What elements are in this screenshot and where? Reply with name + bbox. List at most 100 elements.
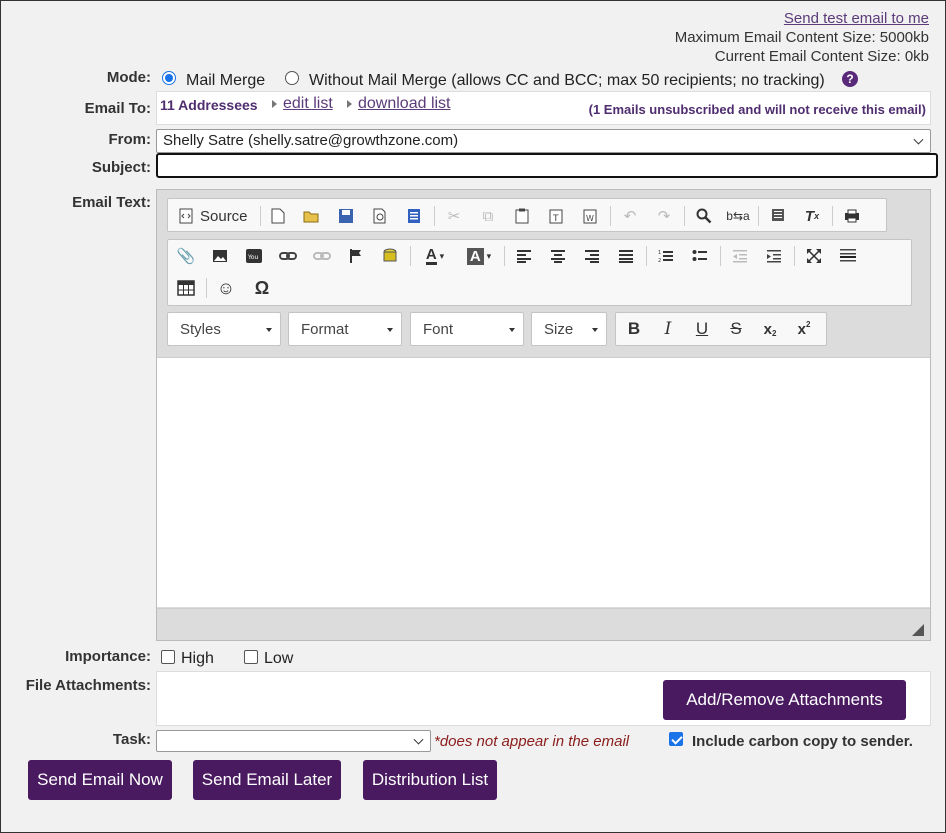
separator <box>646 246 647 266</box>
carbon-copy-checkbox[interactable] <box>669 732 683 746</box>
new-page-icon[interactable] <box>264 203 292 229</box>
email-to-label: Email To: <box>84 100 151 117</box>
addressees-count: 11 Addressees <box>160 97 258 113</box>
without-mail-merge-radio[interactable] <box>285 71 299 85</box>
strikethrough-icon[interactable]: S <box>722 316 750 342</box>
separator <box>758 206 759 226</box>
download-list-link[interactable]: download list <box>358 95 451 113</box>
youtube-icon[interactable]: You <box>240 243 268 269</box>
italic-icon[interactable]: I <box>654 316 682 342</box>
format-label: Format <box>301 321 349 338</box>
preview-icon[interactable] <box>366 203 394 229</box>
underline-icon[interactable]: U <box>688 316 716 342</box>
justify-icon[interactable] <box>612 243 640 269</box>
bulleted-list-icon[interactable] <box>686 243 714 269</box>
separator <box>504 246 505 266</box>
anchor-flag-icon[interactable] <box>342 243 370 269</box>
align-right-icon[interactable] <box>578 243 606 269</box>
cut-icon[interactable]: ✂ <box>440 203 468 229</box>
table-icon[interactable] <box>172 275 200 301</box>
chevron-down-icon <box>266 328 272 332</box>
undo-icon[interactable]: ↶ <box>616 203 644 229</box>
separator <box>720 246 721 266</box>
edit-list-link[interactable]: edit list <box>283 95 333 113</box>
separator <box>434 206 435 226</box>
arrow-right-icon <box>347 100 352 108</box>
bold-icon[interactable]: B <box>620 316 648 342</box>
redo-icon[interactable]: ↷ <box>650 203 678 229</box>
separator <box>206 278 207 298</box>
editor-toolbar-row-1: Source ✂ ⧉ T W ↶ ↷ b⇆a Tx <box>167 198 887 232</box>
open-folder-icon[interactable] <box>298 203 326 229</box>
replace-icon[interactable]: b⇆a <box>724 203 752 229</box>
svg-text:T: T <box>552 214 559 224</box>
text-style-toolbar: B I U S x2 x2 <box>615 312 827 346</box>
svg-text:1: 1 <box>658 250 661 256</box>
distribution-list-button[interactable]: Distribution List <box>363 760 497 800</box>
increase-indent-icon[interactable] <box>760 243 788 269</box>
editor-footer <box>157 608 930 640</box>
text-color-icon[interactable]: A ▾ <box>418 243 452 269</box>
file-attachments-label: File Attachments: <box>25 677 151 694</box>
separator <box>260 206 261 226</box>
background-color-icon[interactable]: A ▾ <box>462 243 496 269</box>
paste-icon[interactable] <box>508 203 536 229</box>
print-icon[interactable] <box>838 203 866 229</box>
image-icon[interactable] <box>206 243 234 269</box>
importance-label: Importance: <box>65 648 151 665</box>
styles-label: Styles <box>180 321 221 338</box>
send-email-later-button[interactable]: Send Email Later <box>193 760 341 800</box>
numbered-list-icon[interactable]: 12 <box>652 243 680 269</box>
send-test-email-link[interactable]: Send test email to me <box>784 10 929 27</box>
special-char-icon[interactable]: Ω <box>248 275 276 301</box>
subject-input[interactable] <box>156 153 938 178</box>
unlink-icon[interactable] <box>308 243 336 269</box>
send-email-now-button[interactable]: Send Email Now <box>28 760 172 800</box>
decrease-indent-icon[interactable] <box>726 243 754 269</box>
font-dropdown[interactable]: Font <box>410 312 524 346</box>
attachment-icon[interactable]: 📎 <box>172 243 200 269</box>
email-text-label: Email Text: <box>72 194 151 211</box>
from-select[interactable]: Shelly Satre (shelly.satre@growthzone.co… <box>156 129 931 153</box>
chevron-down-icon <box>913 134 924 145</box>
importance-low-checkbox[interactable] <box>244 650 258 664</box>
paste-word-icon[interactable]: W <box>576 203 604 229</box>
editor-content-area[interactable] <box>157 357 930 607</box>
max-size-text: Maximum Email Content Size: 5000kb <box>674 29 929 46</box>
align-center-icon[interactable] <box>544 243 572 269</box>
template-icon[interactable] <box>400 203 428 229</box>
separator <box>410 246 411 266</box>
select-all-icon[interactable] <box>764 203 792 229</box>
separator <box>610 206 611 226</box>
add-remove-attachments-button[interactable]: Add/Remove Attachments <box>663 680 906 720</box>
remove-format-icon[interactable]: Tx <box>798 203 826 229</box>
horizontal-line-icon[interactable] <box>834 243 862 269</box>
source-label: Source <box>200 207 248 225</box>
superscript-icon[interactable]: x2 <box>790 316 818 342</box>
subscript-icon[interactable]: x2 <box>756 316 784 342</box>
from-value: Shelly Satre (shelly.satre@growthzone.co… <box>163 132 459 149</box>
save-icon[interactable] <box>332 203 360 229</box>
format-dropdown[interactable]: Format <box>288 312 402 346</box>
maximize-icon[interactable] <box>800 243 828 269</box>
source-button[interactable]: Source <box>172 203 256 229</box>
smiley-icon[interactable]: ☺ <box>212 275 240 301</box>
align-left-icon[interactable] <box>510 243 538 269</box>
size-dropdown[interactable]: Size <box>531 312 607 346</box>
styles-dropdown[interactable]: Styles <box>167 312 281 346</box>
link-icon[interactable] <box>274 243 302 269</box>
mode-label: Mode: <box>106 69 151 86</box>
paste-text-icon[interactable]: T <box>542 203 570 229</box>
task-select[interactable] <box>156 730 431 752</box>
svg-text:W: W <box>586 214 594 223</box>
importance-high-checkbox[interactable] <box>161 650 175 664</box>
resize-handle-icon <box>912 624 924 636</box>
chevron-down-icon <box>387 328 393 332</box>
mail-merge-radio[interactable] <box>162 71 176 85</box>
copy-icon[interactable]: ⧉ <box>474 203 502 229</box>
arrow-right-icon <box>272 100 277 108</box>
placeholder-icon[interactable] <box>376 243 404 269</box>
help-icon[interactable]: ? <box>842 71 858 87</box>
find-icon[interactable] <box>690 203 718 229</box>
importance-high-label: High <box>181 650 214 667</box>
